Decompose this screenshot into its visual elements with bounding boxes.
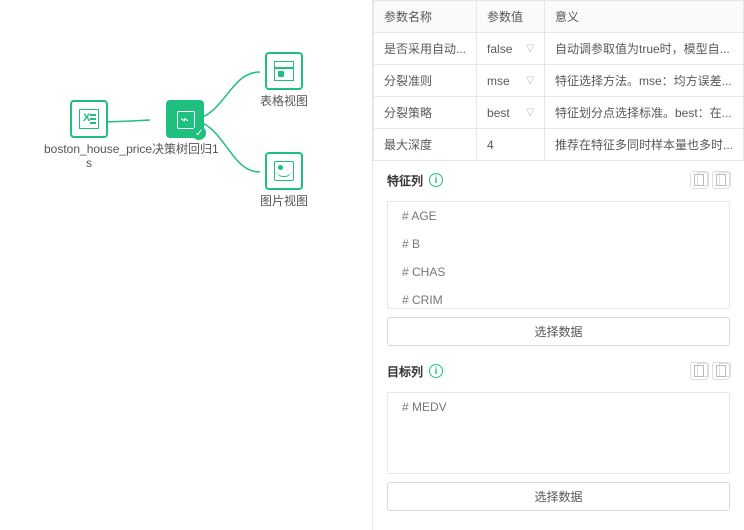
properties-panel: 参数名称 参数值 意义 是否采用自动...false▽自动调参取值为true时，… xyxy=(372,0,744,530)
param-value-cell[interactable]: mse▽ xyxy=(477,65,545,97)
workflow-canvas[interactable]: boston_house_price s ✓ 决策树回归1 表格视图 图片视图 xyxy=(0,0,372,530)
list-item[interactable]: # CHAS xyxy=(388,258,729,286)
param-header-meaning: 意义 xyxy=(544,1,743,33)
select-data-button[interactable]: 选择数据 xyxy=(387,317,730,346)
target-listbox[interactable]: # MEDV xyxy=(387,392,730,474)
info-icon[interactable]: i xyxy=(429,173,443,187)
chevron-down-icon: ▽ xyxy=(526,75,534,86)
param-value-cell[interactable]: 4 xyxy=(477,129,545,161)
list-item[interactable]: # CRIM xyxy=(388,286,729,309)
copy-icon-2[interactable] xyxy=(712,171,730,189)
select-data-button[interactable]: 选择数据 xyxy=(387,482,730,511)
param-value-cell[interactable]: best▽ xyxy=(477,97,545,129)
model-icon: ✓ xyxy=(166,100,204,138)
copy-icon-2[interactable] xyxy=(712,362,730,380)
list-item[interactable]: # MEDV xyxy=(388,393,729,421)
table-row: 分裂准则mse▽特征选择方法。mse：均方误差... xyxy=(374,65,744,97)
image-icon xyxy=(265,152,303,190)
list-item[interactable]: # B xyxy=(388,230,729,258)
param-name: 是否采用自动... xyxy=(374,33,477,65)
table-row: 是否采用自动...false▽自动调参取值为true时，模型自... xyxy=(374,33,744,65)
check-icon: ✓ xyxy=(192,126,206,140)
node-image-view[interactable]: 图片视图 xyxy=(260,152,308,208)
table-row: 分裂策略best▽特征划分点选择标准。best：在... xyxy=(374,97,744,129)
param-meaning: 特征选择方法。mse：均方误差... xyxy=(544,65,743,97)
param-meaning: 自动调参取值为true时，模型自... xyxy=(544,33,743,65)
target-section: 目标列 i xyxy=(373,352,744,392)
param-table: 参数名称 参数值 意义 是否采用自动...false▽自动调参取值为true时，… xyxy=(373,0,744,161)
param-header-value: 参数值 xyxy=(477,1,545,33)
chevron-down-icon: ▽ xyxy=(526,43,534,54)
table-row: 最大深度4推荐在特征多同时样本量也多时... xyxy=(374,129,744,161)
chevron-down-icon: ▽ xyxy=(526,107,534,118)
param-name: 最大深度 xyxy=(374,129,477,161)
node-table-view[interactable]: 表格视图 xyxy=(260,52,308,108)
param-meaning: 推荐在特征多同时样本量也多时... xyxy=(544,129,743,161)
excel-icon xyxy=(70,100,108,138)
node-label: boston_house_price s xyxy=(44,142,134,170)
node-label: 图片视图 xyxy=(260,194,308,208)
node-decision-tree[interactable]: ✓ 决策树回归1 xyxy=(152,100,219,156)
feature-listbox[interactable]: # AGE# B# CHAS# CRIM xyxy=(387,201,730,309)
node-label: 决策树回归1 xyxy=(152,142,219,156)
feature-section: 特征列 i xyxy=(373,161,744,201)
section-title: 目标列 xyxy=(387,363,423,380)
copy-icon[interactable] xyxy=(690,362,708,380)
section-title: 特征列 xyxy=(387,172,423,189)
param-name: 分裂策略 xyxy=(374,97,477,129)
param-meaning: 特征划分点选择标准。best：在... xyxy=(544,97,743,129)
node-source[interactable]: boston_house_price s xyxy=(44,100,134,170)
table-icon xyxy=(265,52,303,90)
param-header-name: 参数名称 xyxy=(374,1,477,33)
param-value-cell[interactable]: false▽ xyxy=(477,33,545,65)
param-name: 分裂准则 xyxy=(374,65,477,97)
info-icon[interactable]: i xyxy=(429,364,443,378)
list-item[interactable]: # AGE xyxy=(388,202,729,230)
node-label: 表格视图 xyxy=(260,94,308,108)
copy-icon[interactable] xyxy=(690,171,708,189)
